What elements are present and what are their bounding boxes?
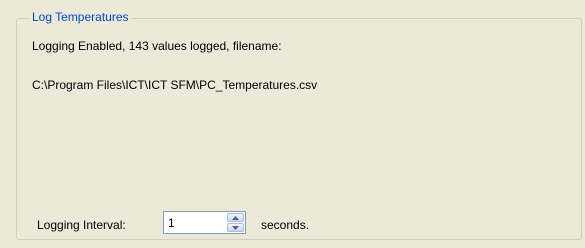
spin-buttons: [227, 213, 244, 232]
group-title: Log Temperatures: [30, 10, 131, 24]
chevron-up-icon: [232, 216, 239, 220]
logging-status-text: Logging Enabled, 143 values logged, file…: [32, 39, 282, 53]
logging-interval-value[interactable]: 1: [168, 216, 175, 230]
decrease-interval-button[interactable]: [227, 223, 244, 232]
seconds-label: seconds.: [261, 218, 310, 232]
logging-interval-label: Logging Interval:: [37, 218, 126, 232]
chevron-down-icon: [232, 226, 239, 230]
log-temperatures-panel: Log Temperatures Logging Enabled, 143 va…: [0, 0, 585, 248]
increase-interval-button[interactable]: [227, 213, 244, 222]
log-file-path: C:\Program Files\ICT\ICT SFM\PC_Temperat…: [32, 78, 318, 92]
logging-interval-spinbox[interactable]: 1: [163, 211, 246, 234]
